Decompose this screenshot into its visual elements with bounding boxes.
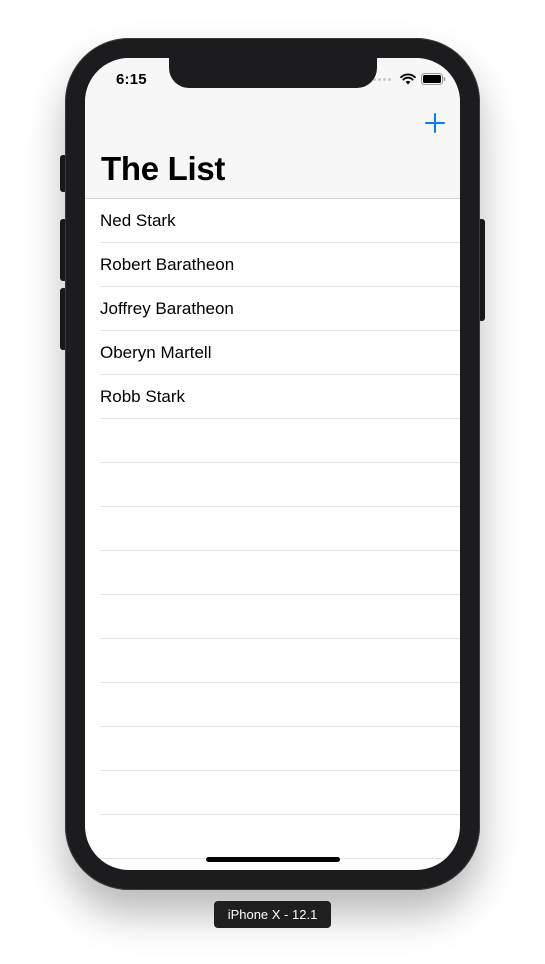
empty-row	[85, 419, 460, 463]
list-item[interactable]: Oberyn Martell	[85, 331, 460, 375]
empty-row	[85, 639, 460, 683]
empty-row	[85, 683, 460, 727]
signal-dots-icon	[373, 77, 391, 81]
page-title: The List	[101, 150, 226, 187]
device-label: iPhone X - 12.1	[214, 901, 331, 928]
list-item-label: Robb Stark	[100, 387, 186, 406]
status-icons	[373, 73, 446, 85]
empty-row	[85, 815, 460, 859]
list-item-label: Joffrey Baratheon	[100, 299, 234, 318]
battery-icon	[421, 73, 446, 85]
list-item[interactable]: Robert Baratheon	[85, 243, 460, 287]
table-view[interactable]: Ned Stark Robert Baratheon Joffrey Barat…	[85, 199, 460, 859]
device-screen: 6:15 The List Ned Stark Robert Baratheon…	[85, 58, 460, 870]
list-item-label: Ned Stark	[100, 211, 176, 230]
empty-row	[85, 507, 460, 551]
list-item[interactable]: Robb Stark	[85, 375, 460, 419]
plus-icon	[425, 113, 445, 133]
list-item-label: Oberyn Martell	[100, 343, 212, 362]
list-item[interactable]: Joffrey Baratheon	[85, 287, 460, 331]
list-item-label: Robert Baratheon	[100, 255, 235, 274]
navigation-bar: 6:15 The List	[85, 58, 460, 199]
empty-row	[85, 463, 460, 507]
empty-row	[85, 551, 460, 595]
notch	[169, 58, 377, 88]
empty-row	[85, 727, 460, 771]
empty-row	[85, 771, 460, 815]
wifi-icon	[400, 73, 416, 85]
home-indicator[interactable]	[206, 857, 340, 862]
simulator-stage: 6:15 The List Ned Stark Robert Baratheon…	[0, 0, 545, 964]
add-button[interactable]	[420, 108, 450, 138]
status-time: 6:15	[116, 71, 147, 88]
empty-row	[85, 595, 460, 639]
list-item[interactable]: Ned Stark	[85, 199, 460, 243]
